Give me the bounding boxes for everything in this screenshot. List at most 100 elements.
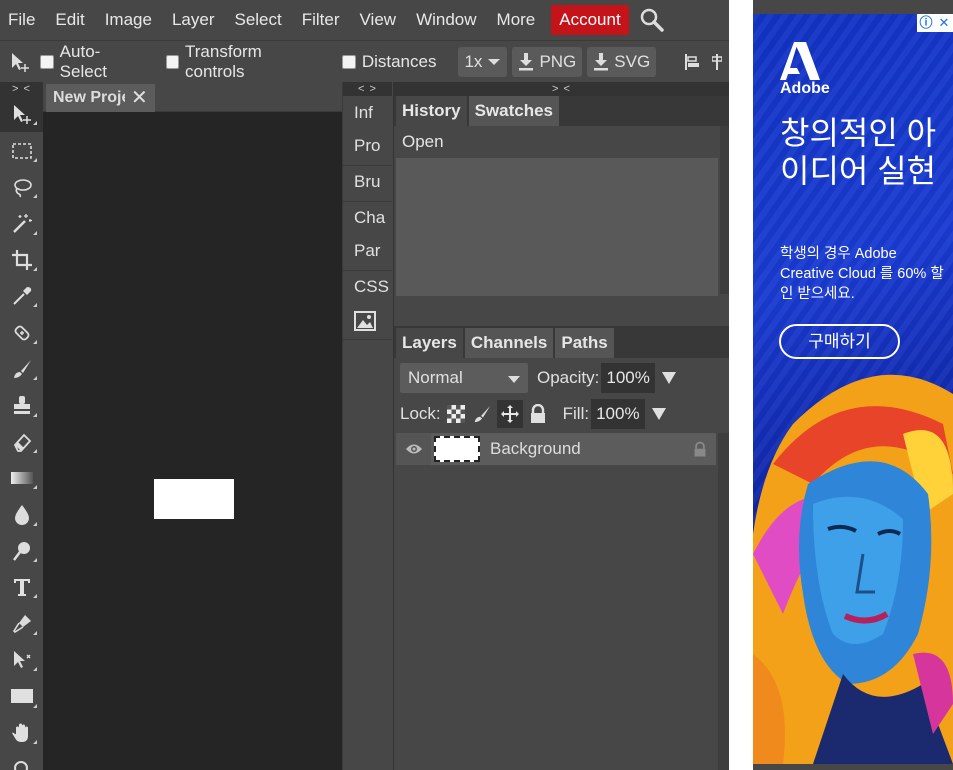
layers-panel: Layers Channels Paths Normal Opacity: 10…	[394, 326, 730, 770]
menu-edit[interactable]: Edit	[45, 0, 94, 40]
ad-brand: Adobe	[780, 80, 830, 97]
tool-panel: > <	[0, 82, 43, 770]
panel-paragraph-button[interactable]: Par	[343, 234, 392, 267]
zoom-dropdown[interactable]: 1x	[458, 46, 508, 77]
opacity-input[interactable]: 100%	[601, 363, 655, 393]
adobe-logo-icon	[780, 42, 820, 80]
lock-pixels-brush-icon[interactable]	[471, 403, 493, 425]
text-tool-icon[interactable]	[0, 569, 43, 605]
minipanel-collapse-toggle[interactable]: < >	[343, 82, 392, 96]
move-tool-icon[interactable]	[0, 96, 43, 133]
history-panel-tabs: History Swatches	[394, 96, 729, 126]
download-icon	[594, 52, 609, 70]
mini-panel: < > Inf Pro Bru Cha Par CSS	[342, 82, 392, 770]
history-item[interactable]: Open	[396, 126, 718, 158]
tab-channels[interactable]: Channels	[464, 328, 554, 358]
eyedropper-tool-icon[interactable]	[0, 278, 43, 314]
shape-tool-icon[interactable]	[0, 678, 43, 714]
menu-image[interactable]: Image	[95, 0, 162, 40]
panel-css-button[interactable]: CSS	[343, 270, 392, 303]
lock-all-icon[interactable]	[527, 403, 549, 425]
lock-row: Lock: Fill: 100%	[394, 396, 730, 432]
hand-tool-icon[interactable]	[0, 715, 43, 751]
align-center-icon[interactable]	[704, 47, 729, 77]
layer-name[interactable]: Background	[490, 439, 688, 459]
checkbox-box[interactable]	[40, 54, 54, 69]
layer-lock-icon	[688, 441, 712, 458]
magic-wand-tool-icon[interactable]	[0, 205, 43, 241]
menu-file[interactable]: File	[0, 0, 45, 40]
panel-brush-button[interactable]: Bru	[343, 165, 392, 198]
healing-brush-tool-icon[interactable]	[0, 314, 43, 350]
eye-icon[interactable]	[396, 433, 431, 465]
options-bar: Auto-Select Transform controls Distances…	[0, 40, 729, 82]
menu-select[interactable]: Select	[224, 0, 291, 40]
tab-history[interactable]: History	[396, 96, 467, 126]
export-svg-button[interactable]: SVG	[587, 46, 657, 77]
lock-label: Lock:	[400, 404, 441, 423]
transform-controls-label: Transform controls	[185, 41, 262, 81]
layer-row[interactable]: Background	[396, 433, 716, 465]
rightpanel-collapse-toggle[interactable]: > <	[394, 82, 729, 96]
close-icon[interactable]: ✕	[131, 88, 148, 108]
lock-position-move-icon[interactable]	[496, 400, 523, 428]
ad-info-icon[interactable]: ⓘ	[917, 14, 935, 32]
right-panels: > < History Swatches Open Layers Channel…	[393, 82, 732, 770]
clone-stamp-tool-icon[interactable]	[0, 387, 43, 423]
gradient-tool-icon[interactable]	[0, 460, 43, 496]
menu-filter[interactable]: Filter	[292, 0, 350, 40]
account-button[interactable]: Account	[551, 5, 629, 35]
search-icon[interactable]	[639, 7, 665, 33]
menu-view[interactable]: View	[350, 0, 407, 40]
tab-paths[interactable]: Paths	[555, 328, 614, 358]
panel-info-button[interactable]: Inf	[343, 96, 392, 129]
fill-input[interactable]: 100%	[591, 399, 645, 429]
brush-tool-icon[interactable]	[0, 351, 43, 387]
lasso-tool-icon[interactable]	[0, 169, 43, 205]
fill-label: Fill:	[562, 404, 590, 423]
tab-layers[interactable]: Layers	[396, 328, 463, 358]
blend-mode-select[interactable]: Normal	[400, 363, 528, 393]
dodge-tool-icon[interactable]	[0, 533, 43, 569]
ad-close-icon[interactable]: ✕	[935, 14, 953, 32]
toolpanel-collapse-toggle[interactable]: > <	[0, 82, 43, 96]
transform-controls-checkbox[interactable]: Transform controls	[165, 41, 320, 82]
document-tab[interactable]: New Project ✕	[46, 84, 155, 112]
document-tab-label: New Project	[53, 89, 125, 106]
canvas[interactable]	[154, 479, 234, 519]
marquee-tool-icon[interactable]	[0, 132, 43, 168]
zoom-tool-icon[interactable]	[0, 751, 43, 770]
layer-thumbnail	[434, 436, 480, 462]
tab-swatches[interactable]: Swatches	[468, 96, 560, 126]
checkbox-box[interactable]	[341, 54, 356, 69]
auto-select-checkbox[interactable]: Auto-Select	[40, 42, 143, 82]
history-list: Open	[396, 126, 732, 296]
crop-tool-icon[interactable]	[0, 242, 43, 278]
download-icon	[519, 52, 534, 70]
blend-row: Normal Opacity: 100%	[394, 360, 730, 396]
checkbox-box[interactable]	[165, 54, 180, 69]
export-png-button[interactable]: PNG	[512, 46, 583, 77]
opacity-label: Opacity:	[537, 368, 600, 387]
document-tabs: New Project ✕	[43, 82, 342, 112]
opacity-dropdown-icon[interactable]	[661, 372, 676, 384]
fill-dropdown-icon[interactable]	[651, 408, 666, 420]
menu-more[interactable]: More	[487, 0, 546, 40]
chevron-down-icon	[488, 58, 501, 65]
lock-transparency-icon[interactable]	[445, 403, 467, 425]
blur-tool-icon[interactable]	[0, 496, 43, 532]
image-icon[interactable]	[343, 303, 392, 336]
panel-character-button[interactable]: Cha	[343, 201, 392, 234]
zoom-value: 1x	[464, 51, 483, 71]
distances-checkbox[interactable]: Distances	[341, 52, 436, 72]
png-label: PNG	[539, 51, 577, 71]
menu-window[interactable]: Window	[406, 0, 486, 40]
advertisement[interactable]: ⓘ ✕ Adobe 창의적인 아이디어 실현 학생의 경우 Adobe Crea…	[753, 14, 953, 764]
path-select-tool-icon[interactable]	[0, 642, 43, 678]
menu-layer[interactable]: Layer	[162, 0, 225, 40]
align-left-icon[interactable]	[679, 47, 704, 77]
panel-properties-button[interactable]: Pro	[343, 129, 392, 162]
pen-tool-icon[interactable]	[0, 605, 43, 641]
document-area: New Project ✕	[43, 82, 342, 770]
eraser-tool-icon[interactable]	[0, 424, 43, 460]
